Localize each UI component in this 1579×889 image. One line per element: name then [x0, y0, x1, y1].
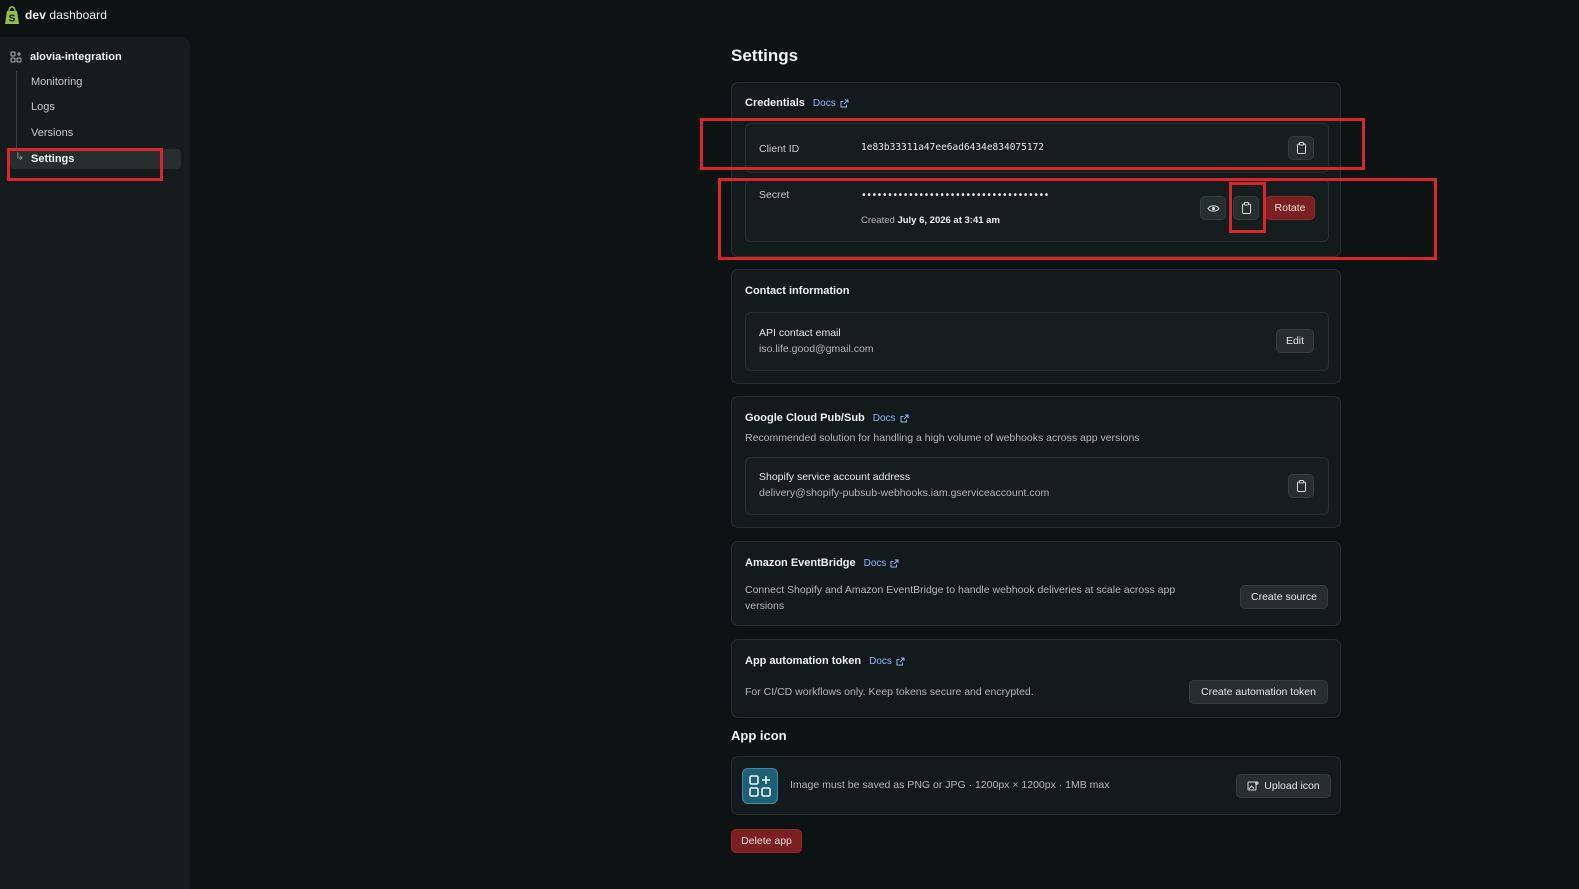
eventbridge-title: Amazon EventBridge Docs [745, 557, 899, 569]
pubsub-title-text: Google Cloud Pub/Sub [745, 412, 865, 424]
contact-title: Contact information [745, 285, 850, 297]
eventbridge-title-text: Amazon EventBridge [745, 557, 856, 569]
svg-text:S: S [9, 13, 16, 24]
clipboard-icon [1241, 202, 1251, 214]
docs-label: Docs [812, 97, 836, 109]
delete-app-button[interactable]: Delete app [731, 829, 802, 853]
tree-branch-icon: ↳ [15, 151, 25, 163]
clipboard-icon [1296, 480, 1306, 492]
copy-service-account-button[interactable] [1288, 474, 1314, 498]
app-icon-requirements: Image must be saved as PNG or JPG · 1200… [790, 779, 1110, 791]
image-upload-icon [1247, 781, 1260, 791]
external-link-icon [900, 414, 909, 422]
clipboard-icon [1296, 142, 1306, 154]
sidebar-app-header[interactable]: alovia-integration [10, 49, 122, 65]
external-link-icon [890, 559, 899, 567]
pubsub-card: Google Cloud Pub/Sub Docs Recommended so… [731, 396, 1341, 528]
sidebar-item-label: Settings [31, 153, 75, 165]
created-prefix: Created [861, 215, 895, 226]
brand-rest: dashboard [45, 8, 108, 22]
sidebar-app-name: alovia-integration [30, 51, 122, 63]
email-label: API contact email [759, 327, 841, 339]
automation-title: App automation token Docs [745, 655, 905, 667]
automation-token-card: App automation token Docs For CI/CD work… [731, 639, 1341, 718]
brand-bold: dev [25, 8, 46, 22]
app-icon-heading: App icon [731, 728, 787, 743]
secret-label: Secret [759, 189, 790, 201]
copy-secret-button[interactable] [1233, 196, 1259, 220]
automation-description: For CI/CD workflows only. Keep tokens se… [745, 686, 1034, 698]
secret-created-text: Created July 6, 2026 at 3:41 am [861, 215, 1000, 226]
app-icon-preview [742, 768, 778, 804]
service-account-label: Shopify service account address [759, 471, 911, 483]
app-grid-icon [749, 775, 771, 797]
docs-label: Docs [863, 557, 887, 569]
create-automation-token-button[interactable]: Create automation token [1189, 680, 1328, 704]
external-link-icon [896, 657, 905, 665]
eye-icon [1206, 204, 1220, 212]
service-account-value: delivery@shopify-pubsub-webhooks.iam.gse… [759, 487, 1050, 499]
copy-client-id-button[interactable] [1288, 136, 1314, 160]
contact-card: Contact information API contact email is… [731, 269, 1341, 384]
external-link-icon [840, 99, 849, 107]
sidebar-item-settings[interactable]: ↳ Settings [10, 149, 181, 169]
email-value: iso.life.good@gmail.com [759, 343, 874, 355]
edit-email-button[interactable]: Edit [1276, 329, 1314, 353]
contact-email-row: API contact email iso.life.good@gmail.co… [745, 312, 1329, 371]
page-title: Settings [731, 46, 799, 65]
credentials-title-text: Credentials [745, 97, 805, 109]
eventbridge-card: Amazon EventBridge Docs Connect Shopify … [731, 541, 1341, 626]
secret-value-masked: •••••••••••••••••••••••••••••••••••• [861, 190, 1049, 201]
pubsub-docs-link[interactable]: Docs [873, 413, 909, 424]
pubsub-description: Recommended solution for handling a high… [745, 432, 1140, 444]
service-account-row: Shopify service account address delivery… [745, 457, 1329, 515]
client-id-row: Client ID 1e83b33311a47ee6ad6434e8340751… [745, 123, 1329, 173]
eventbridge-docs-link[interactable]: Docs [864, 558, 900, 569]
upload-icon-button[interactable]: Upload icon [1236, 774, 1331, 798]
credentials-docs-link[interactable]: Docs [813, 98, 849, 109]
reveal-secret-button[interactable] [1200, 196, 1226, 220]
brand-title[interactable]: dev dashboard [25, 8, 107, 22]
pubsub-title: Google Cloud Pub/Sub Docs [745, 412, 909, 424]
sidebar-item-monitoring[interactable]: Monitoring [31, 76, 82, 88]
docs-label: Docs [872, 412, 896, 424]
create-source-button[interactable]: Create source [1240, 585, 1328, 609]
upload-icon-label: Upload icon [1264, 780, 1320, 792]
sidebar-tree-line [16, 71, 17, 159]
app-grid-icon [10, 51, 22, 63]
eventbridge-description: Connect Shopify and Amazon EventBridge t… [745, 584, 1176, 612]
credentials-card: Credentials Docs Client ID 1e83b33311a47… [731, 82, 1341, 257]
created-date: July 6, 2026 at 3:41 am [897, 215, 1000, 226]
automation-docs-link[interactable]: Docs [869, 656, 905, 667]
shopify-logo-icon: S [5, 5, 19, 24]
secret-row: Secret •••••••••••••••••••••••••••••••••… [745, 179, 1329, 242]
client-id-value: 1e83b33311a47ee6ad6434e834075172 [861, 142, 1045, 153]
sidebar: alovia-integration Monitoring Logs Versi… [0, 37, 190, 889]
credentials-title: Credentials Docs [745, 97, 849, 109]
top-bar: S dev dashboard [0, 0, 1579, 30]
rotate-secret-button[interactable]: Rotate [1265, 196, 1315, 220]
app-icon-card: Image must be saved as PNG or JPG · 1200… [731, 756, 1341, 815]
sidebar-item-versions[interactable]: Versions [31, 127, 73, 139]
automation-title-text: App automation token [745, 655, 862, 667]
docs-label: Docs [869, 655, 892, 667]
client-id-label: Client ID [759, 143, 800, 155]
sidebar-item-logs[interactable]: Logs [31, 101, 55, 113]
